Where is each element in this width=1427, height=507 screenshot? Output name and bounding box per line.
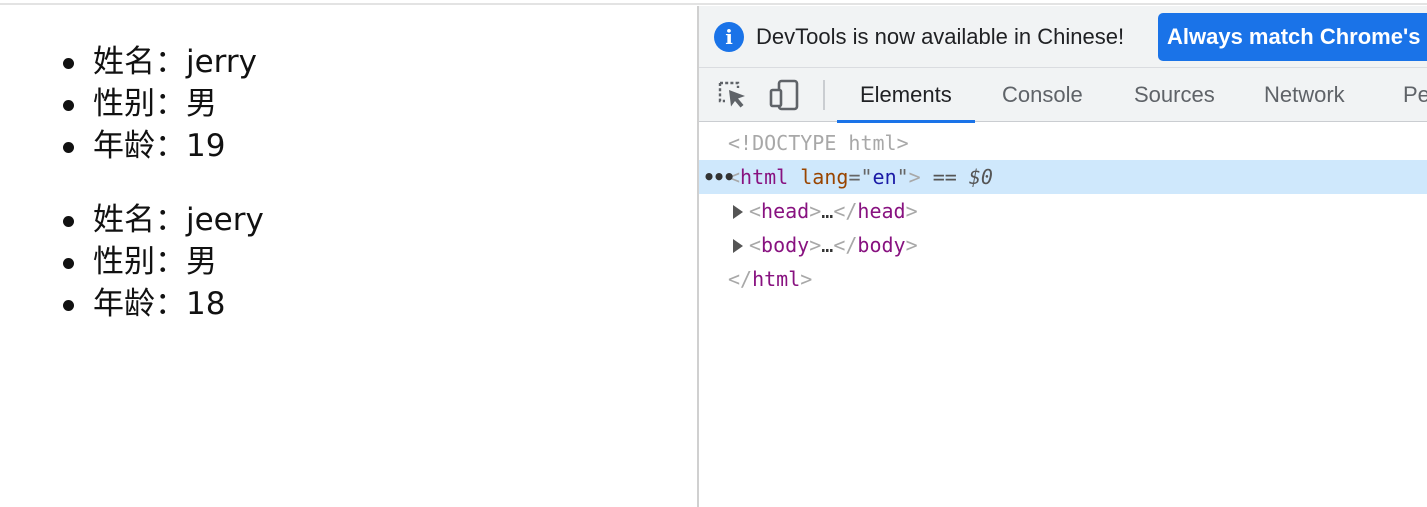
tab-sources[interactable]: Sources [1134, 68, 1215, 122]
person-list: 姓名：jeery 性别：男 年龄：18 [63, 199, 264, 325]
language-infobar: i DevTools is now available in Chinese! … [699, 6, 1427, 68]
dom-body-row[interactable]: <body>…</body> [699, 228, 1427, 262]
html-close-tag: </html> [728, 267, 813, 291]
info-icon: i [714, 22, 744, 52]
person-list: 姓名：jerry 性别：男 年龄：19 [63, 41, 257, 167]
tab-elements[interactable]: Elements [837, 68, 975, 123]
expand-triangle-icon[interactable] [733, 239, 743, 253]
dom-head-row[interactable]: <head>…</head> [699, 194, 1427, 228]
window-top-border [0, 0, 1427, 5]
body-collapsed-tag: <body>…</body> [749, 233, 918, 257]
tab-network[interactable]: Network [1264, 68, 1345, 122]
toolbar-separator [823, 80, 825, 110]
list-item: 姓名：jerry [63, 41, 257, 83]
dom-html-row[interactable]: ••• <html lang="en"> == $0 [699, 160, 1427, 194]
page-viewport: 姓名：jerry 性别：男 年龄：19 姓名：jeery 性别：男 年龄：18 [0, 6, 697, 507]
more-actions-icon[interactable]: ••• [703, 160, 735, 194]
list-item: 性别：男 [63, 83, 257, 125]
inspect-element-icon[interactable] [716, 79, 750, 111]
list-item: 年龄：18 [63, 283, 264, 325]
tab-console[interactable]: Console [1002, 68, 1083, 122]
dom-html-close-row[interactable]: </html> [699, 262, 1427, 296]
tab-performance[interactable]: Performance [1403, 68, 1427, 122]
expand-triangle-icon[interactable] [733, 205, 743, 219]
dom-tree: <!DOCTYPE html> ••• <html lang="en"> == … [699, 126, 1427, 296]
devtools-toolbar: Elements Console Sources Network Perform… [699, 68, 1427, 123]
device-toggle-icon[interactable] [768, 79, 802, 111]
devtools-panel: i DevTools is now available in Chinese! … [699, 6, 1427, 507]
list-item: 性别：男 [63, 241, 264, 283]
doctype-text: <!DOCTYPE html> [728, 131, 909, 155]
always-match-language-button[interactable]: Always match Chrome's language [1158, 13, 1427, 61]
dom-doctype-row[interactable]: <!DOCTYPE html> [699, 126, 1427, 160]
list-item: 年龄：19 [63, 125, 257, 167]
list-item: 姓名：jeery [63, 199, 264, 241]
head-collapsed-tag: <head>…</head> [749, 199, 918, 223]
infobar-message: DevTools is now available in Chinese! [756, 24, 1125, 49]
selected-element-marker: == $0 [932, 165, 993, 189]
